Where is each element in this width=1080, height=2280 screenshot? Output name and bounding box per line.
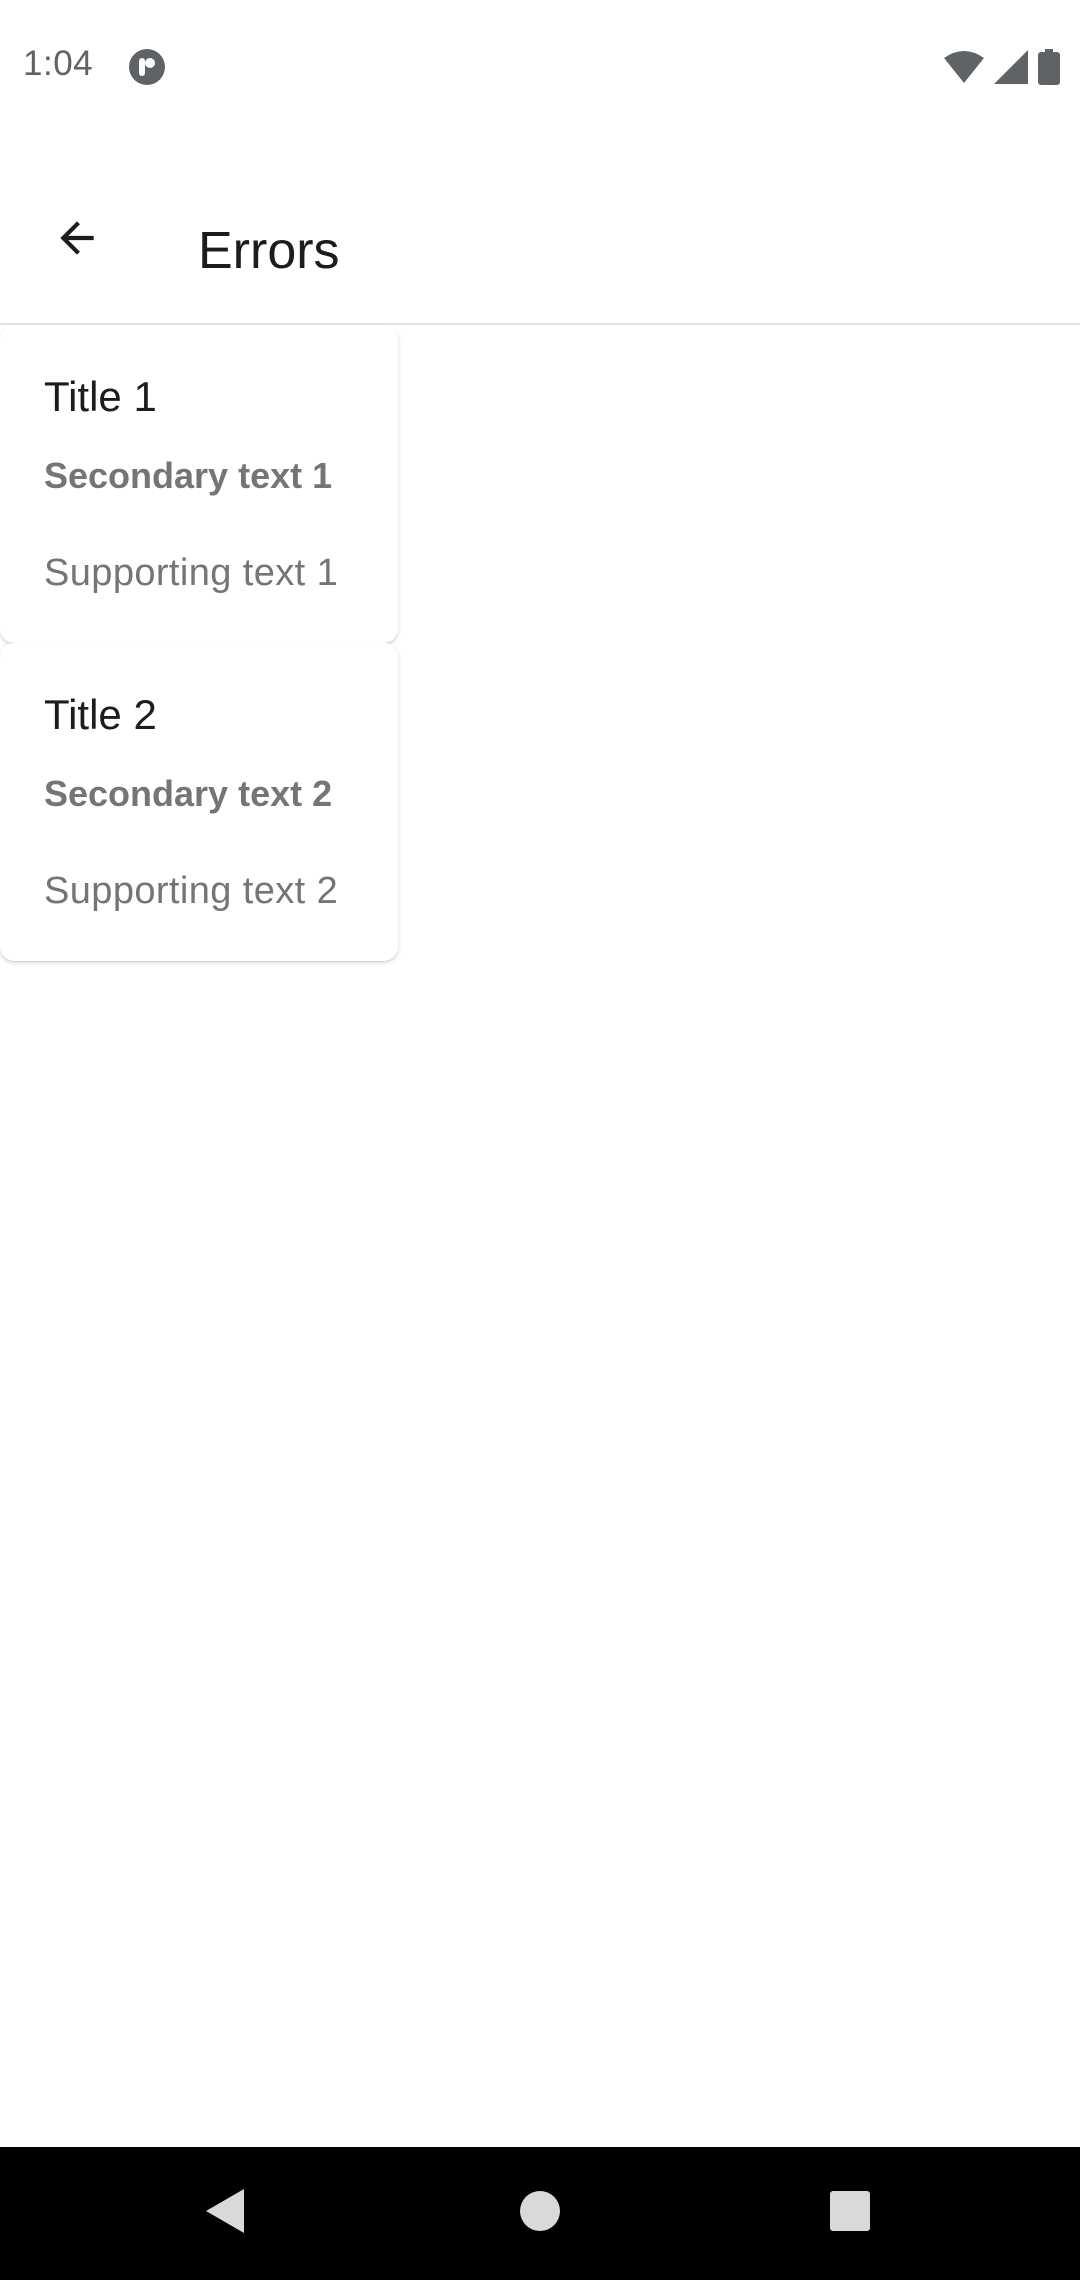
top-app-bar: Errors [0, 135, 1080, 325]
nav-back-button[interactable] [190, 2177, 262, 2249]
nav-home-button[interactable] [504, 2177, 576, 2249]
status-icons [944, 48, 1060, 86]
arrow-back-icon [52, 213, 102, 268]
cellular-signal-icon [994, 50, 1028, 84]
battery-icon [1038, 49, 1060, 85]
card-title: Title 1 [44, 373, 157, 420]
card-item[interactable]: Title 1 Secondary text 1 Supporting text… [0, 325, 398, 643]
card-supporting-text: Supporting text 2 [44, 870, 339, 912]
app-notification-icon [128, 48, 166, 86]
page-title: Errors [198, 222, 340, 280]
card-secondary-text: Secondary text 1 [44, 455, 333, 496]
card-supporting-text: Supporting text 1 [44, 552, 339, 594]
system-navigation-bar [0, 2147, 1080, 2280]
card-item[interactable]: Title 2 Secondary text 2 Supporting text… [0, 643, 398, 961]
nav-recents-button[interactable] [814, 2177, 886, 2249]
back-button[interactable] [32, 195, 122, 285]
status-time: 1:04 [23, 44, 94, 83]
recents-square-icon [829, 2190, 871, 2237]
card-list: Title 1 Secondary text 1 Supporting text… [0, 325, 400, 961]
wifi-icon [944, 50, 984, 84]
card-secondary-text: Secondary text 2 [44, 773, 333, 814]
card-title: Title 2 [44, 691, 157, 738]
status-bar: 1:04 [0, 0, 1080, 135]
home-circle-icon [519, 2190, 561, 2237]
back-triangle-icon [204, 2187, 248, 2240]
